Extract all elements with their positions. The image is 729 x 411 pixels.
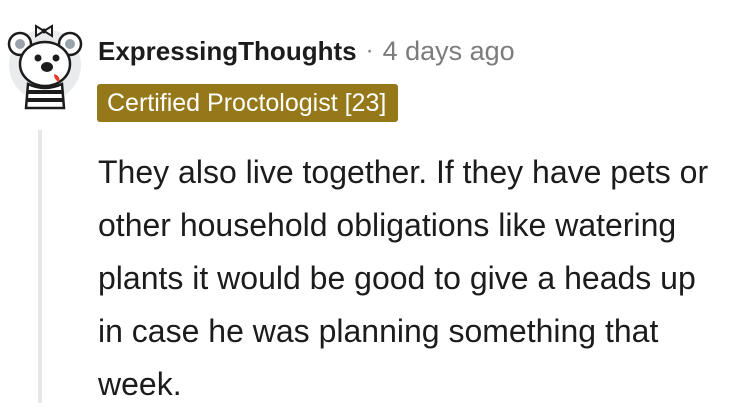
username-link[interactable]: ExpressingThoughts	[98, 36, 357, 67]
user-avatar[interactable]	[6, 18, 84, 112]
comment-body-text: They also live together. If they have pe…	[98, 154, 709, 402]
separator-dot: ·	[365, 37, 374, 64]
koala-avatar-icon	[7, 24, 83, 110]
user-flair-badge: Certified Proctologist [23]	[97, 84, 399, 122]
timestamp-link[interactable]: 4 days ago	[383, 36, 515, 67]
comment-header: ExpressingThoughts · 4 days ago	[98, 32, 515, 70]
thread-collapse-line[interactable]	[38, 130, 42, 403]
